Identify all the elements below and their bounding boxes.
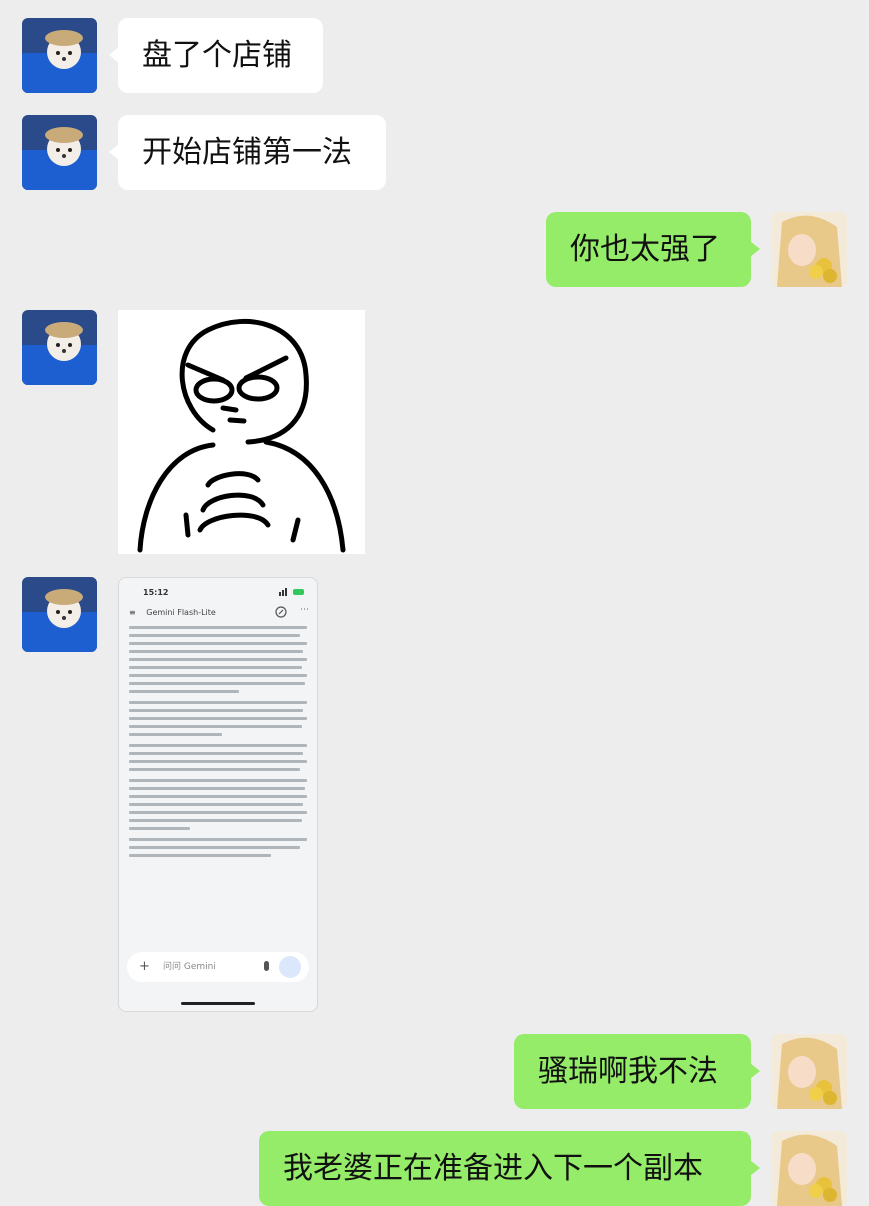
more-icon[interactable]: ⋯ (300, 605, 309, 615)
dog-avatar-icon (22, 115, 97, 190)
status-icons (279, 588, 304, 596)
determined-face-sticker-icon (137, 318, 346, 553)
prompt-placeholder: 问问 Gemini (163, 962, 216, 972)
bubble-tail (750, 1063, 760, 1079)
dog-avatar-icon (22, 310, 97, 385)
response-text-block (129, 626, 307, 865)
status-time: 15:12 (143, 588, 169, 597)
self-avatar[interactable] (772, 1131, 847, 1206)
message-text: 你也太强了 (570, 232, 720, 267)
bubble-tail (750, 241, 760, 257)
app-title[interactable]: Gemini Flash-Lite (146, 608, 216, 617)
message-bubble[interactable]: 我老婆正在准备进入下一个副本 (259, 1131, 751, 1206)
contact-avatar[interactable] (22, 18, 97, 93)
message-bubble[interactable]: 你也太强了 (546, 212, 751, 287)
message-text: 开始店铺第一法 (142, 135, 352, 170)
plus-icon[interactable]: + (139, 952, 150, 982)
new-chat-icon[interactable] (275, 606, 287, 618)
contact-avatar[interactable] (22, 577, 97, 652)
screenshot-image[interactable]: 15:12 ≡ Gemini Flash-Lite ⋯ + 问问 Gemini (118, 577, 318, 1012)
contact-avatar[interactable] (22, 115, 97, 190)
message-text: 骚瑞啊我不法 (538, 1054, 718, 1089)
message-text: 我老婆正在准备进入下一个副本 (283, 1151, 703, 1186)
girl-flowers-avatar-icon (772, 1131, 847, 1206)
message-bubble[interactable]: 骚瑞啊我不法 (514, 1034, 751, 1109)
menu-icon[interactable]: ≡ (129, 608, 136, 617)
app-bar: ≡ Gemini Flash-Lite (129, 608, 216, 617)
girl-flowers-avatar-icon (772, 212, 847, 287)
prompt-input[interactable]: + 问问 Gemini (127, 952, 309, 982)
sticker-image[interactable] (118, 310, 365, 554)
home-indicator (181, 1002, 255, 1005)
contact-avatar[interactable] (22, 310, 97, 385)
dog-avatar-icon (22, 18, 97, 93)
dog-avatar-icon (22, 577, 97, 652)
message-bubble[interactable]: 开始店铺第一法 (118, 115, 386, 190)
self-avatar[interactable] (772, 1034, 847, 1109)
girl-flowers-avatar-icon (772, 1034, 847, 1109)
self-avatar[interactable] (772, 212, 847, 287)
voice-mode-icon[interactable] (279, 956, 301, 978)
microphone-icon[interactable] (264, 961, 269, 971)
message-text: 盘了个店铺 (142, 38, 292, 73)
bubble-tail (750, 1160, 760, 1176)
message-bubble[interactable]: 盘了个店铺 (118, 18, 323, 93)
